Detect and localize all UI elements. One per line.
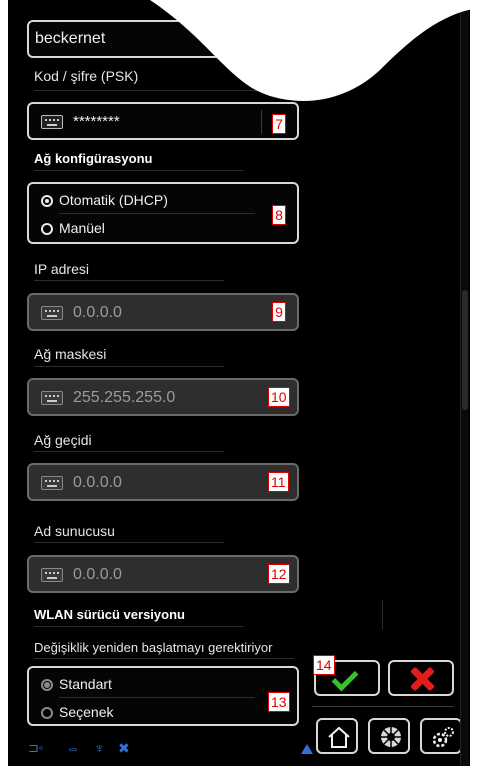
mask-value: 255.255.255.0 (73, 389, 176, 406)
antenna-icon: ♆ (94, 740, 105, 756)
dns-label: Ad sunucusu (34, 523, 115, 539)
divider (34, 366, 224, 367)
divider (34, 280, 224, 281)
radio-standart-label: Standart (59, 676, 112, 692)
divider (59, 213, 255, 214)
ip-value: 0.0.0.0 (73, 304, 122, 321)
divider (34, 626, 244, 627)
marker-7: 7 (272, 114, 286, 134)
keyboard-icon (41, 115, 63, 129)
home-icon (328, 726, 350, 748)
divider (59, 697, 255, 698)
psk-value: ******** (73, 113, 120, 130)
keyboard-icon (41, 476, 63, 490)
radio-secenek[interactable]: Seçenek (41, 702, 291, 726)
keyboard-icon (41, 391, 63, 405)
gateway-field[interactable]: 0.0.0.0 (27, 463, 299, 501)
cancel-button[interactable] (388, 660, 454, 696)
divider (34, 170, 244, 171)
mask-label: Ağ maskesi (34, 346, 107, 362)
divider (261, 110, 262, 134)
marker-11: 11 (268, 472, 289, 492)
status-bar: ⊐◦ ⇔ ♆ ✖ (28, 738, 312, 758)
mask-field[interactable]: 255.255.255.0 (27, 378, 299, 416)
marker-14: 14 (313, 655, 335, 675)
ip-field[interactable]: 0.0.0.0 (27, 293, 299, 331)
cross-icon (410, 667, 434, 691)
driver-hint: Değişiklik yeniden başlatmayı gerektiriy… (34, 640, 273, 655)
dns-field[interactable]: 0.0.0.0 (27, 555, 299, 593)
marker-8: 8 (272, 205, 286, 225)
radio-manual[interactable]: Manüel (41, 218, 291, 242)
driver-mode-group: Standart Seçenek (27, 666, 299, 726)
device-screen: beckernet Kod / şifre (PSK) ******** 7 A… (8, 0, 470, 766)
network-mode-group: Otomatik (DHCP) Manüel (27, 182, 299, 244)
settings-button[interactable] (420, 718, 462, 754)
link-icon: ⇔ (66, 740, 80, 756)
tool-button[interactable] (368, 718, 410, 754)
driver-section-title: WLAN sürücü versiyonu (34, 607, 185, 622)
radio-standart[interactable]: Standart (41, 674, 291, 698)
radio-secenek-label: Seçenek (59, 704, 114, 720)
keyboard-icon (41, 568, 63, 582)
scrollbar-thumb[interactable] (462, 290, 468, 410)
action-panel: 14 (306, 0, 462, 766)
marker-13: 13 (268, 692, 290, 712)
radio-unselected-icon (41, 707, 53, 719)
marker-9: 9 (272, 302, 286, 322)
radio-unselected-icon (41, 223, 53, 235)
radio-dhcp-label: Otomatik (DHCP) (59, 192, 168, 208)
overlay-wave (150, 0, 478, 101)
divider (34, 451, 224, 452)
radio-selected-icon (41, 679, 53, 691)
home-button[interactable] (316, 718, 358, 754)
network-section-title: Ağ konfigürasyonu (34, 151, 153, 166)
marker-10: 10 (268, 387, 290, 407)
radio-manual-label: Manüel (59, 220, 105, 236)
gateway-value: 0.0.0.0 (73, 474, 122, 491)
divider (34, 658, 294, 659)
radio-selected-icon (41, 195, 53, 207)
divider (382, 600, 383, 630)
expand-icon: ✖ (118, 740, 130, 756)
gears-icon (432, 727, 454, 748)
tool-disc-icon (381, 727, 401, 747)
radio-dhcp[interactable]: Otomatik (DHCP) (41, 190, 291, 214)
gateway-label: Ağ geçidi (34, 432, 92, 448)
checkmark-icon (331, 664, 359, 692)
ip-label: IP adresi (34, 261, 89, 277)
dns-value: 0.0.0.0 (73, 566, 122, 583)
divider (312, 706, 454, 707)
network-plug-icon: ⊐◦ (28, 740, 44, 755)
marker-12: 12 (268, 564, 290, 584)
scrollbar[interactable] (460, 0, 469, 766)
settings-panel: beckernet Kod / şifre (PSK) ******** 7 A… (18, 0, 313, 766)
divider (34, 542, 224, 543)
keyboard-icon (41, 306, 63, 320)
